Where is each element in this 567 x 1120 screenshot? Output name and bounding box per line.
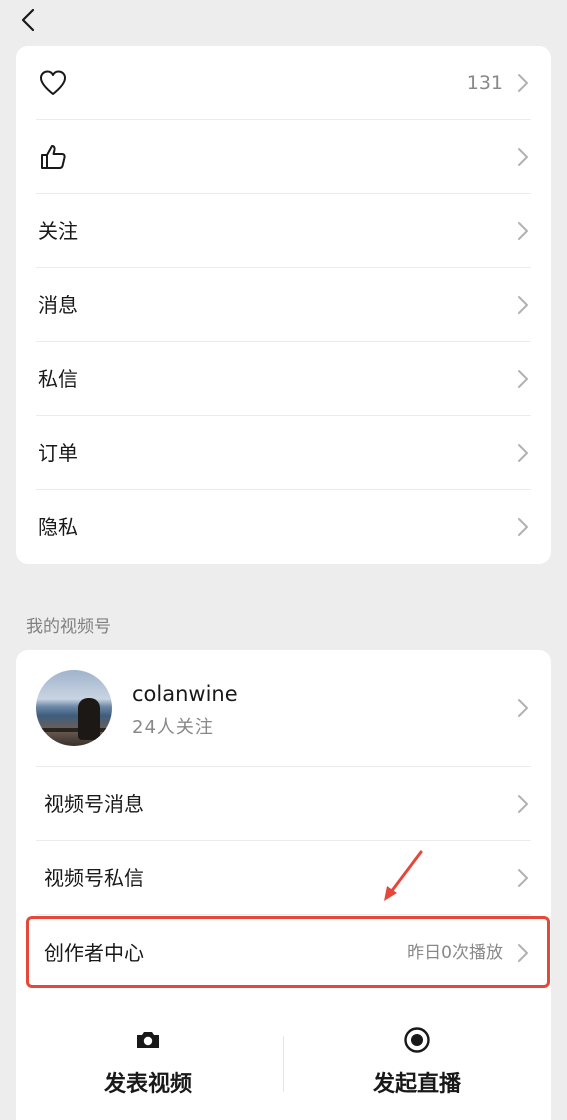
menu-item-likes[interactable]: 131 [16,46,551,120]
chevron-right-icon [518,795,528,813]
live-record-icon [404,1027,430,1053]
divider [36,914,531,915]
top-bar [0,0,567,46]
menu-item-label: 视频号消息 [44,792,144,816]
heart-icon [40,70,66,95]
menu-item-follow[interactable]: 关注 [16,194,551,268]
menu-item-privacy[interactable]: 隐私 [16,490,551,564]
channel-actions: 发表视频 发起直播 [0,1010,567,1114]
chevron-right-icon [518,444,528,462]
menu-item-label: 私信 [38,367,78,391]
chevron-right-icon [518,699,528,717]
chevron-right-icon [518,222,528,240]
menu-item-label: 消息 [38,293,78,317]
channel-profile[interactable]: colanwine 24人关注 [16,650,551,766]
divider [283,1036,284,1092]
avatar-figure [78,698,100,740]
chevron-right-icon [518,518,528,536]
chevron-right-icon [518,74,528,92]
menu-item-label: 视频号私信 [44,866,144,890]
menu-item-channel-private-messages[interactable]: 视频号私信 [16,841,551,915]
menu-item-label: 隐私 [38,515,78,539]
back-arrow-icon[interactable] [16,6,40,34]
profile-name: colanwine [132,682,238,706]
menu-item-thumbs-up[interactable] [16,120,551,194]
highlight-box [26,916,550,988]
start-live-label: 发起直播 [372,1072,461,1097]
menu-item-label: 关注 [38,219,78,243]
menu-item-messages[interactable]: 消息 [16,268,551,342]
menu-item-channel-messages[interactable]: 视频号消息 [16,767,551,841]
menu-item-private-messages[interactable]: 私信 [16,342,551,416]
profile-followers: 24人关注 [132,717,214,738]
chevron-right-icon [518,148,528,166]
avatar-rail [36,728,112,732]
avatar [36,670,112,746]
chevron-right-icon [518,370,528,388]
section-title: 我的视频号 [26,617,111,637]
main-menu-card: 131 关注 消息 私信 订单 隐私 [16,46,551,564]
thumbs-up-icon [41,145,66,169]
publish-video-label: 发表视频 [103,1072,192,1097]
camera-icon [137,1032,159,1048]
publish-video-button[interactable]: 发表视频 [48,1010,248,1114]
menu-item-label: 订单 [38,441,78,465]
menu-item-orders[interactable]: 订单 [16,416,551,490]
likes-count: 131 [466,72,503,94]
annotation-arrow-icon [384,850,423,901]
chevron-right-icon [518,869,528,887]
chevron-right-icon [518,296,528,314]
start-live-button[interactable]: 发起直播 [317,1010,517,1114]
